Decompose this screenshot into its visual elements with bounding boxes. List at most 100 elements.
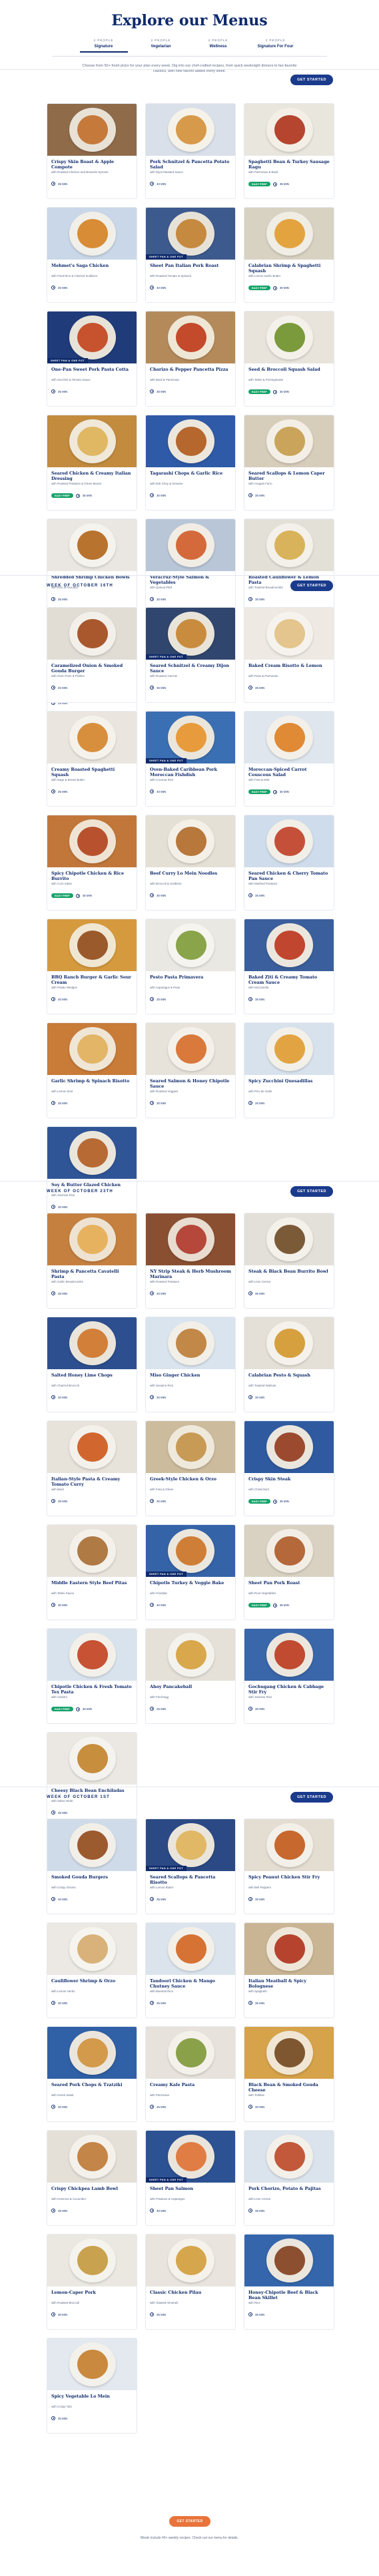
cook-time: 35 MIN (255, 997, 265, 1001)
recipe-card[interactable]: Calabrian Shrimp & Spaghetti Squash with … (244, 207, 334, 303)
cook-time: 35 MIN (157, 2312, 167, 2316)
recipe-card[interactable]: Roasted Cauliflower & Lemon Pasta with To… (244, 519, 334, 614)
recipe-card[interactable]: Italian-Style Pasta & Creamy Tomato Curr… (47, 1420, 137, 1516)
recipe-card[interactable]: Garlic Shrimp & Spinach Risotto with Lemo… (47, 1022, 137, 1118)
get-started-button[interactable]: GET STARTED (290, 1792, 333, 1803)
recipe-card[interactable]: Sheet Pan Pork Roast with Root Vegetables… (244, 1524, 334, 1620)
recipe-card[interactable]: SHEET PAN & ONE POT Chipotle Turkey & Veg… (145, 1524, 236, 1620)
food-plate (69, 1027, 116, 1071)
recipe-image (47, 712, 137, 763)
recipe-card[interactable]: Spaghetti Bean & Turkey Sausage Ragu with… (244, 103, 334, 199)
recipe-card[interactable]: Classic Chicken Pilau with Toasted Almond… (145, 2234, 236, 2330)
recipe-card[interactable]: Pork Schnitzel & Pancetta Potato Salad wi… (145, 103, 236, 199)
recipe-image (146, 104, 235, 156)
recipe-card[interactable]: Baked Cream Risotto & Lemon with Peas & P… (244, 607, 334, 703)
recipe-card[interactable]: Beef Curry Lo Mein Noodles with Broccoli … (145, 815, 236, 911)
recipe-card[interactable]: Smoked Gouda Burgers with Crispy Onions 40… (47, 1819, 137, 1914)
recipe-name: Tagarashi Chops & Garlic Rice (150, 471, 223, 476)
food-portion (77, 619, 108, 648)
footer-note: Meals include 40+ weekly recipes. Check … (141, 2536, 238, 2540)
recipe-card[interactable]: Soy & Butter Glazed Chicken with Jasmine … (47, 1126, 137, 1222)
food-portion (77, 1432, 108, 1462)
recipe-card[interactable]: Italian Meatball & Spicy Bolognese with S… (244, 1922, 334, 2018)
recipe-card[interactable]: BBQ Ranch Burger & Garlic Sour Cream with… (47, 919, 137, 1014)
recipe-card[interactable]: Spicy Peanut Chicken Stir Fry with Bell P… (244, 1819, 334, 1914)
recipe-meta: 35 MIN (47, 594, 137, 601)
recipe-card[interactable]: Seared Chicken & Cherry Tomato Pan Sauce… (244, 815, 334, 911)
get-started-button[interactable]: GET STARTED (290, 580, 333, 591)
recipe-card[interactable]: Crispy Chickpea Lamb Bowl with Hummus & C… (47, 2130, 137, 2226)
recipe-card[interactable]: Spicy Chipotle Chicken & Rice Burrito wit… (47, 815, 137, 911)
recipe-card[interactable]: Seared Chicken & Creamy Italian Dressing… (47, 415, 137, 511)
recipe-card[interactable]: Veracruz-Style Salmon & Vegetables with Q… (145, 519, 236, 614)
recipe-card[interactable]: SHEET PAN & ONE POT Sheet Pan Salmon with … (145, 2130, 236, 2226)
recipe-card[interactable]: Creamy Kale Pasta with Parmesan 25 MIN (145, 2026, 236, 2122)
recipe-card[interactable]: Middle Eastern Style Beef Pitas with Tahi… (47, 1524, 137, 1620)
recipe-card[interactable]: Seed & Broccoli Squash Salad with Tahini … (244, 311, 334, 407)
recipe-card[interactable]: Baked Ziti & Creamy Tomato Cream Sauce wi… (244, 919, 334, 1014)
recipe-image (47, 2338, 137, 2390)
recipe-card[interactable]: SHEET PAN & ONE POT One-Pan Sweet Pork Pa… (47, 311, 137, 407)
recipe-name: Calabrian Shrimp & Spaghetti Squash (248, 263, 321, 274)
recipe-card[interactable]: Caramelized Onion & Smoked Gouda Burger w… (47, 607, 137, 703)
tab-plan-1[interactable]: 2 PEOPLE Vegetarian (137, 39, 185, 53)
recipe-card[interactable]: Chorizo & Pepper Pancetta Pizza with Basi… (145, 311, 236, 407)
cook-time: 35 MIN (255, 1291, 265, 1295)
recipe-card[interactable]: Miso Ginger Chicken with Sesame Rice 30 MI… (145, 1317, 236, 1412)
clock-icon (51, 2105, 55, 2109)
recipe-card[interactable]: SHEET PAN & ONE POT Seared Scallops & Pan… (145, 1819, 236, 1914)
recipe-card[interactable]: Spicy Vegetable Lo Mein with Crispy Tofu 3… (47, 2338, 137, 2434)
recipe-subtitle: with Potato Wedges (51, 986, 77, 989)
recipe-card[interactable]: Creamy Roasted Spaghetti Squash with Sage… (47, 711, 137, 807)
get-started-button[interactable]: GET STARTED (290, 75, 333, 85)
recipe-card[interactable]: Tandoori Chicken & Mango Chutney Sauce wi… (145, 1922, 236, 2018)
recipe-card[interactable]: Pesto Pasta Primavera with Asparagus & Pe… (145, 919, 236, 1014)
recipe-card[interactable]: Steak & Black Bean Burrito Bowl with Lime… (244, 1213, 334, 1309)
food-plate (69, 1425, 116, 1469)
recipe-card[interactable]: Calabrian Pesto & Squash with Toasted Wal… (244, 1317, 334, 1412)
recipe-card[interactable]: Black Bean & Smoked Gouda Cheese with Tor… (244, 2026, 334, 2122)
get-started-button[interactable]: GET STARTED (290, 1186, 333, 1197)
recipe-card[interactable]: Seared Scallops & Lemon Caper Butter with… (244, 415, 334, 511)
recipe-card[interactable]: Ahoy Pancakeball with Fried Egg 25 MIN (145, 1628, 236, 1724)
recipe-card[interactable]: Mehmet's Saga Chicken with Fried Rice & C… (47, 207, 137, 303)
recipe-image (244, 1923, 334, 1975)
recipe-card[interactable]: Cheesy Black Bean Enchiladas with Salsa V… (47, 1732, 137, 1828)
footer-get-started-button[interactable]: GET STARTED (169, 2516, 210, 2527)
recipe-card[interactable]: Seared Salmon & Honey Chipotle Sauce with… (145, 1022, 236, 1118)
recipe-card[interactable]: Pork Chorizo, Potato & Pajitas with Lime … (244, 2130, 334, 2226)
tab-plan-3[interactable]: 2 PEOPLE Signature For Four (252, 39, 300, 53)
recipe-card[interactable]: SHEET PAN & ONE POT Seared Schnitzel & Cr… (145, 607, 236, 703)
recipe-card[interactable]: Lemon-Caper Pork with Roasted Broccoli 30 … (47, 2234, 137, 2330)
recipe-card[interactable]: Spicy Zucchini Quesadillas with Pico de G… (244, 1022, 334, 1118)
recipe-subtitle: with Cilantro (51, 1695, 68, 1699)
cook-time: 35 MIN (58, 1101, 68, 1105)
recipe-subtitle: with Root Vegetables (248, 1592, 276, 1595)
food-portion (77, 531, 108, 560)
recipe-card[interactable]: Shrimp & Pancetta Cavatelli Pasta with Ga… (47, 1213, 137, 1309)
recipe-card[interactable]: Crispy Skin Roast & Apple Compote with Ro… (47, 103, 137, 199)
recipe-meta: 30 MIN (146, 891, 235, 897)
recipe-subtitle: with Basil & Parmesan (150, 378, 179, 381)
recipe-card[interactable]: SHEET PAN & ONE POT Oven-Baked Caribbean … (145, 711, 236, 807)
clock-icon (272, 286, 277, 290)
tab-plan-0[interactable]: 2 PEOPLE Signature (79, 39, 128, 53)
recipe-card[interactable]: Greek-Style Chicken & Orzo with Feta & Ol… (145, 1420, 236, 1516)
recipe-card[interactable]: Honey-Chipotle Beef & Black Bean Skillet… (244, 2234, 334, 2330)
clock-icon (248, 2001, 252, 2005)
recipe-card[interactable]: Salted Honey Lime Chops with Charred Broc… (47, 1317, 137, 1412)
food-portion (176, 323, 206, 352)
recipe-card[interactable]: Moroccan-Spiced Carrot Couscous Salad wit… (244, 711, 334, 807)
recipe-card[interactable]: Seared Pork Chops & Tzatziki with Greek S… (47, 2026, 137, 2122)
recipe-meta: 30 MIN (146, 1098, 235, 1105)
recipe-card[interactable]: Tagarashi Chops & Garlic Rice with Bok Ch… (145, 415, 236, 511)
tab-plan-2[interactable]: 2 PEOPLE Wellness (194, 39, 242, 53)
recipe-card[interactable]: Cauliflower Shrimp & Orzo with Lemon Herb… (47, 1922, 137, 2018)
cook-time: 35 MIN (255, 893, 265, 897)
recipe-card[interactable]: Shredded Shrimp Chicken Bowls with Rice &… (47, 519, 137, 614)
recipe-card[interactable]: Crispy Skin Steak with Chimichurri EASY PR… (244, 1420, 334, 1516)
recipe-card[interactable]: Gochugang Chicken & Cabbage Stir Fry with… (244, 1628, 334, 1724)
recipe-card[interactable]: Chipotle Chicken & Fresh Tomato Tex Past… (47, 1628, 137, 1724)
recipe-card[interactable]: SHEET PAN & ONE POT Sheet Pan Italian Por… (145, 207, 236, 303)
recipe-card[interactable]: NY Strip Steak & Herb Mushroom Marinara w… (145, 1213, 236, 1309)
